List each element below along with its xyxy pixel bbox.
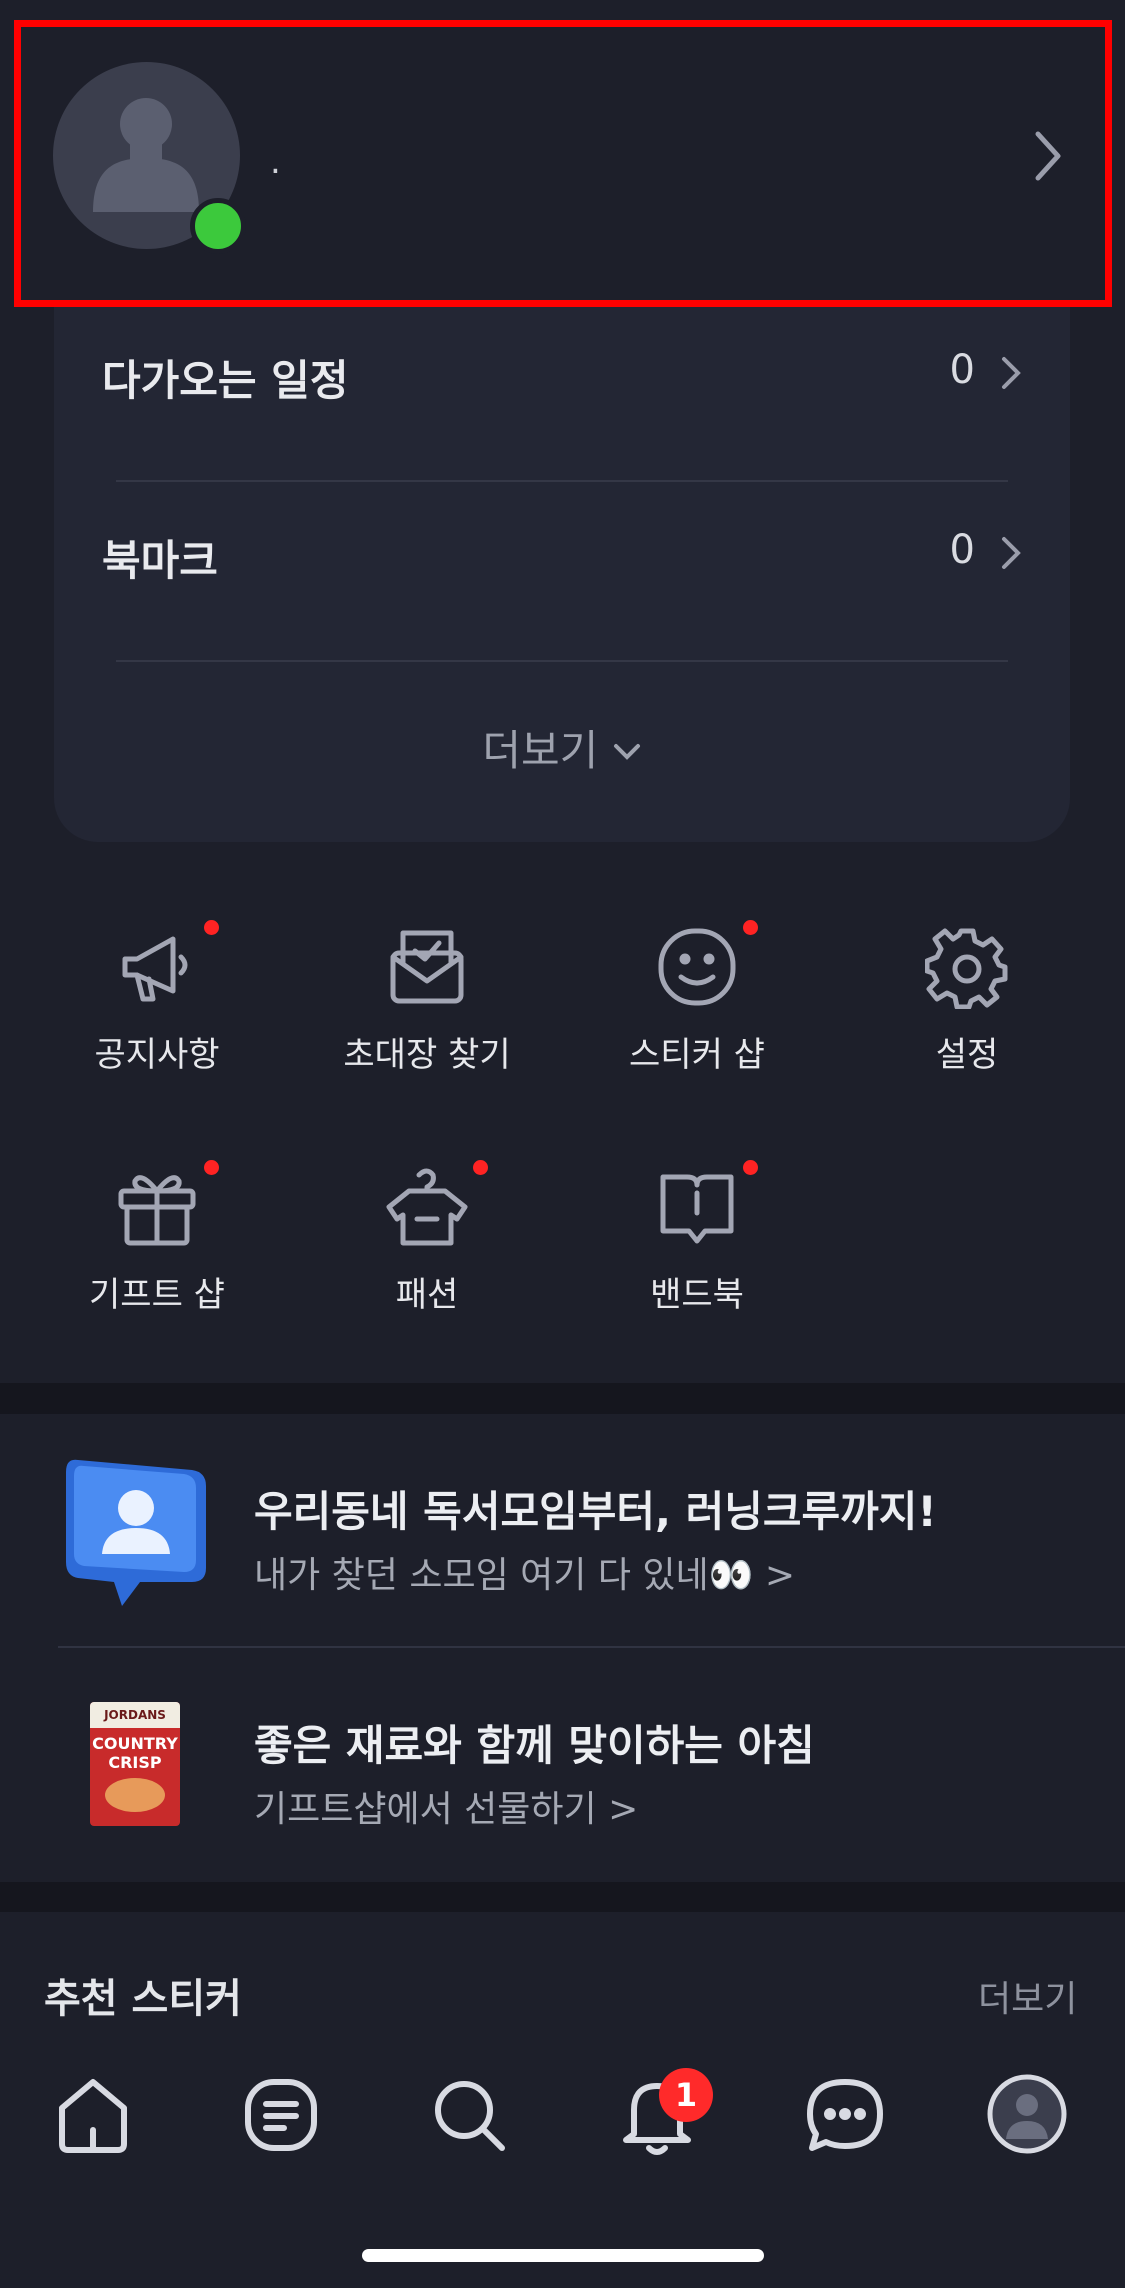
product-name-text: COUNTRY [92, 1734, 178, 1753]
menu-settings-label: 설정 [935, 1035, 999, 1075]
more-toggle-label: 더보기 [482, 726, 599, 775]
new-dot [743, 1160, 758, 1175]
chat-icon [807, 2079, 883, 2151]
home-icon [59, 2079, 127, 2153]
nav-feed[interactable] [236, 2070, 326, 2160]
chevron-right-icon [1000, 355, 1022, 395]
promo-title[interactable]: 좋은 재료와 함께 맞이하는 아침 [254, 1712, 815, 1773]
gift-product-image[interactable]: JORDANS COUNTRY CRISP [90, 1702, 180, 1826]
section-separator [0, 1383, 1125, 1414]
bookmark-row[interactable]: 북마크 0 [54, 487, 1070, 607]
promo-subtitle[interactable]: 기프트샵에서 선물하기 > [254, 1780, 638, 1832]
chevron-down-icon [612, 723, 642, 772]
product-bowl-graphic [105, 1778, 165, 1812]
recommended-stickers-title: 추천 스티커 [44, 1976, 242, 2022]
menu-gift-shop[interactable]: 기프트 샵 [22, 1165, 292, 1345]
menu-bandbook-label: 밴드북 [650, 1275, 744, 1315]
new-dot [204, 1160, 219, 1175]
promo-subtitle[interactable]: 내가 찾던 소모임 여기 다 있네👀 > [254, 1546, 795, 1598]
section-separator [0, 1882, 1125, 1912]
upcoming-schedule-row[interactable]: 다가오는 일정 0 [54, 307, 1070, 427]
search-icon [435, 2081, 505, 2151]
menu-notice-label: 공지사항 [94, 1035, 220, 1075]
feed-icon [245, 2079, 317, 2151]
nav-chat[interactable] [800, 2070, 890, 2160]
menu-fashion-label: 패션 [395, 1275, 459, 1315]
profile-name: . [270, 142, 281, 182]
menu-notice[interactable]: 공지사항 [22, 925, 292, 1105]
menu-find-invitation-label: 초대장 찾기 [343, 1035, 511, 1075]
megaphone-icon [122, 936, 188, 1002]
chevron-right-icon[interactable] [1030, 128, 1066, 188]
menu-fashion[interactable]: 패션 [292, 1165, 562, 1345]
notification-badge: 1 [659, 2068, 713, 2122]
product-name-text: CRISP [108, 1753, 162, 1772]
profile-icon [987, 2074, 1067, 2154]
menu-sticker-shop[interactable]: 스티커 샵 [562, 925, 832, 1105]
divider [58, 1646, 1125, 1648]
bookmark-label: 북마크 [102, 536, 218, 585]
new-dot [743, 920, 758, 935]
gear-icon [925, 928, 1008, 1009]
menu-find-invitation[interactable]: 초대장 찾기 [292, 925, 562, 1105]
menu-settings[interactable]: 설정 [832, 925, 1102, 1105]
nav-home[interactable] [48, 2070, 138, 2160]
new-dot [204, 920, 219, 935]
menu-sticker-shop-label: 스티커 샵 [629, 1035, 765, 1075]
nav-profile[interactable] [986, 2073, 1068, 2155]
gift-icon [118, 1175, 196, 1246]
divider [116, 660, 1008, 662]
new-dot [473, 1160, 488, 1175]
bookmark-count: 0 [949, 527, 975, 573]
home-indicator [362, 2249, 764, 2262]
menu-gift-shop-label: 기프트 샵 [89, 1275, 225, 1315]
divider [116, 480, 1008, 482]
schedule-bookmark-card: 다가오는 일정 0 북마크 0 더보기 [54, 307, 1070, 842]
invitation-icon [390, 930, 464, 1004]
menu-bandbook[interactable]: 밴드북 [562, 1165, 832, 1345]
more-toggle-button[interactable]: 더보기 [54, 717, 1070, 778]
chevron-right-icon [1000, 535, 1022, 575]
product-brand-text: JORDANS [90, 1702, 180, 1728]
nav-search[interactable] [424, 2070, 514, 2160]
smile-icon [658, 928, 736, 1006]
community-promo-image[interactable] [64, 1456, 208, 1606]
stickers-more-link[interactable]: 더보기 [978, 1970, 1077, 2022]
upcoming-schedule-label: 다가오는 일정 [102, 356, 349, 405]
upcoming-schedule-count: 0 [949, 347, 975, 393]
book-icon [660, 1174, 734, 1244]
promo-title[interactable]: 우리동네 독서모임부터, 러닝크루까지! [254, 1478, 937, 1539]
online-status-dot [190, 198, 246, 254]
hanger-icon [386, 1168, 468, 1246]
